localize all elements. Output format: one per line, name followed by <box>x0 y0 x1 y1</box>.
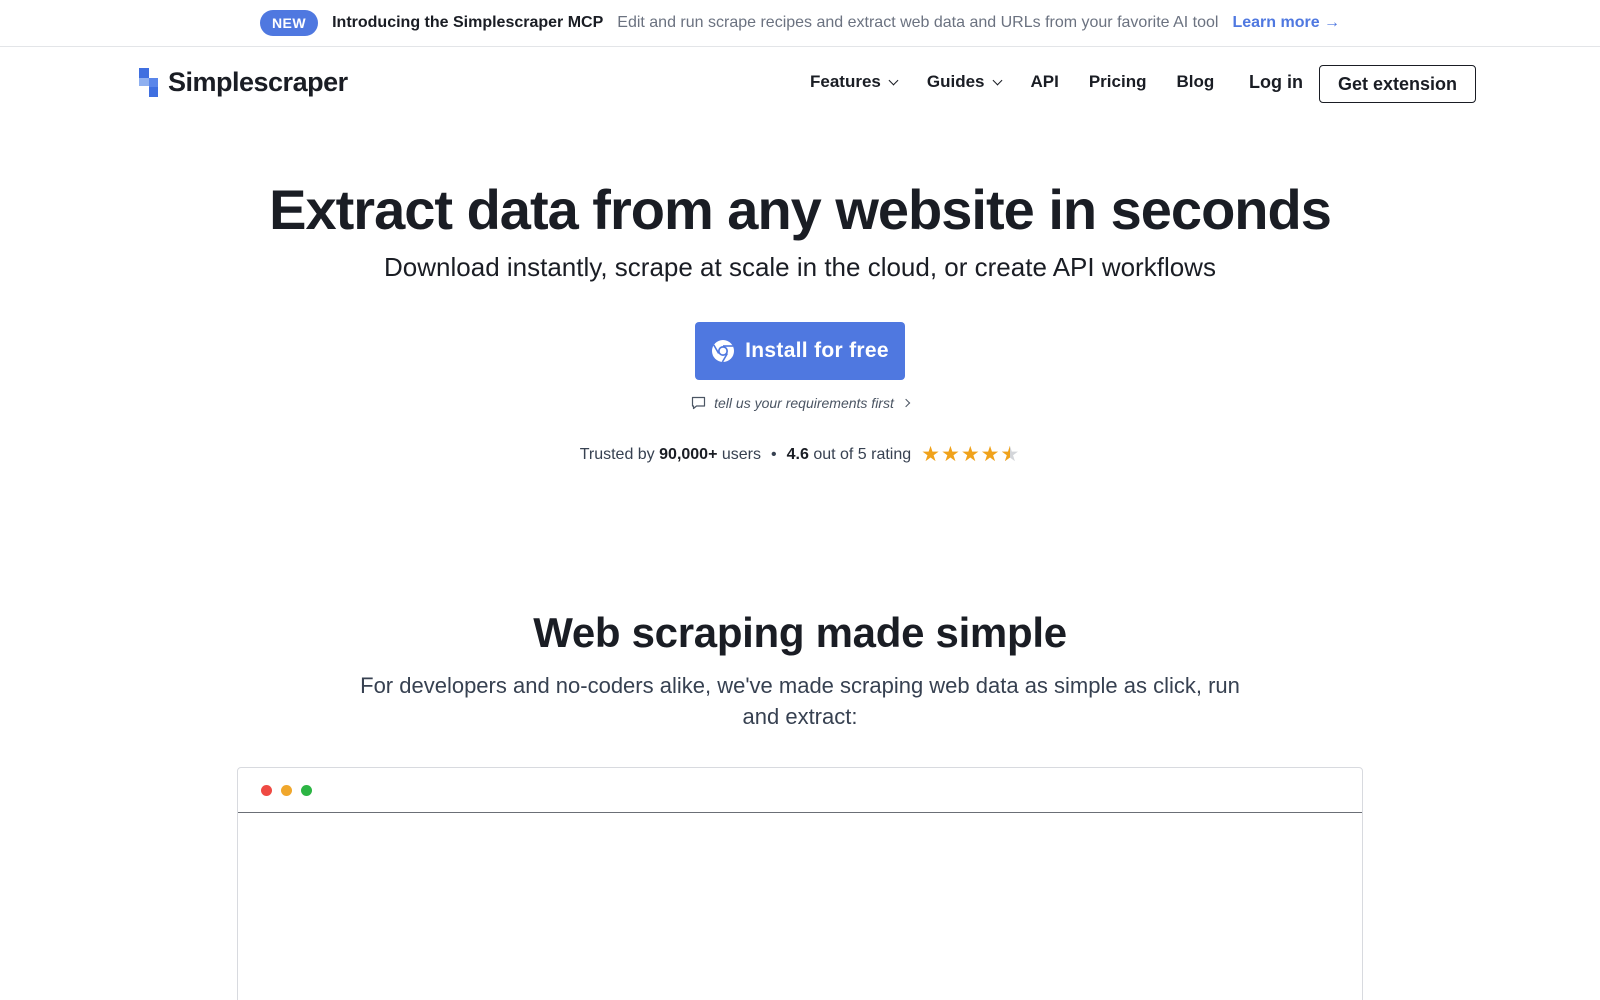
star-icon: ★ <box>960 443 980 466</box>
chrome-icon <box>712 340 735 363</box>
window-minimize-dot-icon <box>281 784 292 796</box>
rating-suffix: out of 5 rating <box>813 445 912 463</box>
browser-title-bar <box>238 768 1362 813</box>
half-star-icon: ★ <box>1000 444 1019 465</box>
user-count: 90,000+ <box>659 445 718 463</box>
window-close-dot-icon <box>261 784 272 796</box>
chat-bubble-icon <box>692 396 706 410</box>
announcement-bar: NEW Introducing the Simplescraper MCP Ed… <box>0 0 1600 47</box>
star-icon: ★ <box>940 443 960 466</box>
window-maximize-dot-icon <box>301 784 312 796</box>
install-button-label: Install for free <box>745 339 889 362</box>
browser-window-mockup <box>237 767 1363 1000</box>
main-nav: Simplescraper Features Guides API Pricin… <box>0 47 1600 121</box>
logo[interactable]: Simplescraper <box>139 67 348 98</box>
hero-subtitle: Download instantly, scrape at scale in t… <box>384 252 1216 282</box>
hero-title: Extract data from any website in seconds <box>269 178 1332 241</box>
logo-text: Simplescraper <box>168 67 348 97</box>
nav-item-features[interactable]: Features <box>810 72 899 92</box>
announcement-text: Edit and run scrape recipes and extract … <box>617 14 1219 31</box>
nav-item-blog[interactable]: Blog <box>1176 72 1214 92</box>
requirements-link[interactable]: tell us your requirements first <box>0 395 1600 411</box>
new-badge: NEW <box>259 10 319 36</box>
install-button[interactable]: Install for free <box>695 322 905 380</box>
nav-item-pricing[interactable]: Pricing <box>1089 72 1147 92</box>
logo-icon <box>139 67 159 98</box>
star-icon: ★ <box>921 443 940 466</box>
star-rating: ★ ★ ★ ★ ★ <box>921 444 1020 465</box>
trust-line: Trusted by 90,000+ users • 4.6 out of 5 … <box>0 444 1600 465</box>
chevron-down-icon <box>888 75 899 85</box>
nav-links: Features Guides API Pricing Blog <box>810 72 1244 92</box>
announcement-title: Introducing the Simplescraper MCP <box>332 14 604 31</box>
requirements-link-label: tell us your requirements first <box>714 395 894 411</box>
login-link[interactable]: Log in <box>1249 72 1303 93</box>
star-icon: ★ <box>980 443 1000 466</box>
nav-item-label: Guides <box>926 72 985 91</box>
learn-more-link[interactable]: Learn more → <box>1232 14 1340 32</box>
section-title: Web scraping made simple <box>533 609 1067 656</box>
nav-item-api[interactable]: API <box>1031 72 1059 92</box>
get-extension-button[interactable]: Get extension <box>1319 65 1476 103</box>
section-subtitle: For developers and no-coders alike, we'v… <box>360 673 1240 729</box>
trust-prefix: Trusted by <box>579 445 655 463</box>
nav-item-guides[interactable]: Guides <box>926 72 1002 92</box>
chevron-down-icon <box>992 75 1002 85</box>
chevron-right-icon <box>901 398 911 408</box>
nav-item-label: Features <box>810 72 881 91</box>
separator-dot: • <box>771 445 777 463</box>
rating-value: 4.6 <box>786 445 809 463</box>
trust-users-suffix: users <box>721 445 761 463</box>
